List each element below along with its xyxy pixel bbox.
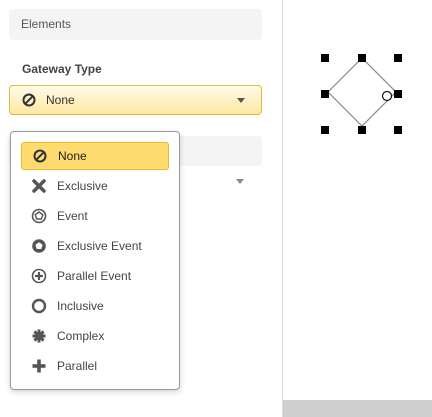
resize-handle[interactable] [321,90,329,98]
resize-handle[interactable] [394,126,402,134]
connection-point[interactable] [381,90,393,102]
resize-handle[interactable] [394,54,402,62]
menu-item-exclusive[interactable]: Exclusive [21,172,169,200]
dropdown-selected-value: None [46,93,75,107]
menu-item-label: Exclusive [57,179,108,193]
menu-item-event[interactable]: Event [21,202,169,230]
menu-item-inclusive[interactable]: Inclusive [21,292,169,320]
chevron-down-icon [237,98,245,103]
event-icon [31,208,47,224]
menu-item-label: Parallel [57,359,98,373]
resize-handle[interactable] [394,90,402,98]
menu-item-exclusive-event[interactable]: Exclusive Event [21,232,169,260]
exclusive-event-icon [31,238,47,254]
horizontal-scrollbar[interactable] [283,400,432,417]
resize-handle[interactable] [358,126,366,134]
menu-item-parallel[interactable]: Parallel [21,352,169,380]
inclusive-icon [31,298,47,314]
resize-handle[interactable] [321,54,329,62]
menu-item-complex[interactable]: Complex [21,322,169,350]
diagram-area [321,54,402,134]
menu-item-none[interactable]: None [21,142,169,170]
none-icon [32,148,48,164]
gateway-type-dropdown[interactable]: None [9,85,262,115]
resize-handle[interactable] [321,126,329,134]
menu-item-label: Inclusive [57,299,104,313]
menu-item-label: Parallel Event [57,269,132,283]
resize-handle[interactable] [358,54,366,62]
parallel-icon [31,358,47,374]
elements-section-header[interactable]: Elements [9,9,262,40]
complex-icon [31,328,47,344]
gateway-type-label: Gateway Type [22,62,102,76]
none-icon [22,93,36,107]
menu-item-parallel-event[interactable]: Parallel Event [21,262,169,290]
gateway-type-menu: None Exclusive Event Exclusive Event Par… [10,131,180,390]
chevron-down-icon [236,179,244,184]
menu-item-label: Exclusive Event [57,239,142,253]
menu-item-label: None [58,149,87,163]
menu-item-label: Event [57,209,88,223]
parallel-event-icon [31,268,47,284]
menu-item-label: Complex [57,329,105,343]
exclusive-icon [31,178,47,194]
